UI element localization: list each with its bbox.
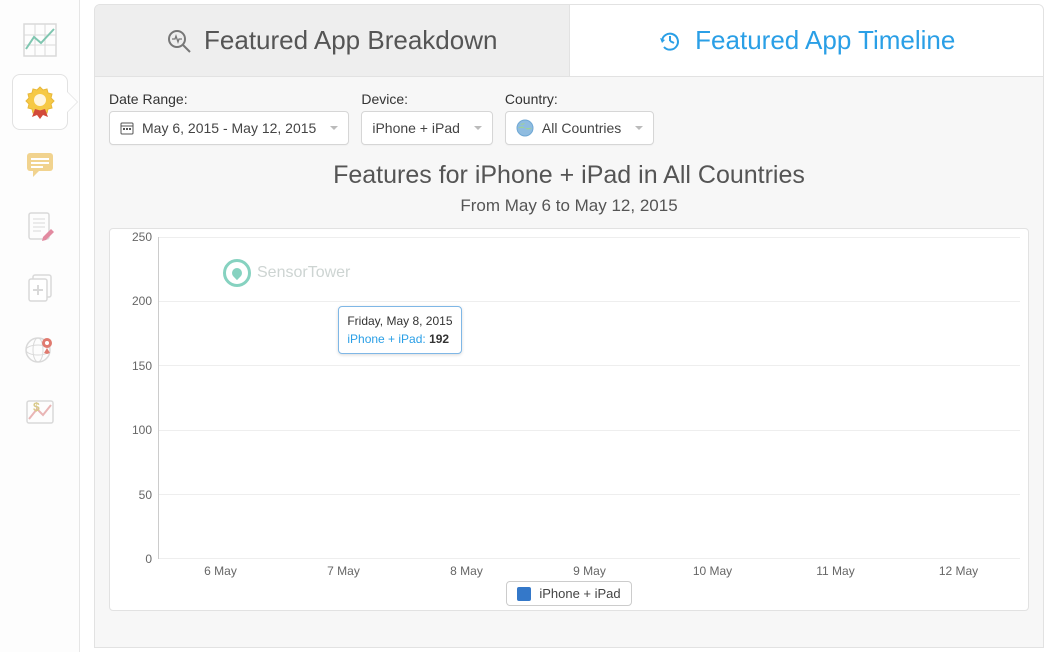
dropdown-date-range-value: May 6, 2015 - May 12, 2015 <box>142 120 316 136</box>
award-ribbon-icon <box>23 85 57 119</box>
filter-device-label: Device: <box>361 91 493 107</box>
filter-date-range: Date Range: May 6, 2015 - May 12, 2015 <box>109 91 349 145</box>
x-tick-label: 10 May <box>693 564 732 578</box>
chart-subtitle: From May 6 to May 12, 2015 <box>109 196 1029 216</box>
calendar-icon <box>120 121 134 135</box>
magnifier-pulse-icon <box>166 28 192 54</box>
legend-swatch-icon <box>517 587 531 601</box>
sidebar-item-notes[interactable] <box>12 198 68 254</box>
sidebar-item-monetization[interactable]: $ <box>12 384 68 440</box>
sidebar-item-awards[interactable] <box>12 74 68 130</box>
gridline <box>159 430 1020 431</box>
document-pencil-icon <box>23 209 57 243</box>
main-panel: Featured App Breakdown Featured App Time… <box>94 4 1044 648</box>
gridline <box>159 558 1020 559</box>
filter-country-label: Country: <box>505 91 654 107</box>
tab-breakdown[interactable]: Featured App Breakdown <box>95 5 570 76</box>
chart-bars: 6 May7 May8 May9 May10 May11 May12 May <box>159 237 1020 558</box>
dropdown-device[interactable]: iPhone + iPad <box>361 111 493 145</box>
dropdown-country[interactable]: All Countries <box>505 111 654 145</box>
gridline <box>159 365 1020 366</box>
chevron-down-icon <box>635 126 643 130</box>
x-tick-label: 7 May <box>327 564 360 578</box>
globe-pin-icon <box>23 333 57 367</box>
gridline <box>159 237 1020 238</box>
filter-date-range-label: Date Range: <box>109 91 349 107</box>
chevron-down-icon <box>474 126 482 130</box>
sidebar-item-reviews[interactable] <box>12 136 68 192</box>
filter-country: Country: All Countries <box>505 91 654 145</box>
filter-device: Device: iPhone + iPad <box>361 91 493 145</box>
legend-label: iPhone + iPad <box>539 586 620 601</box>
history-clock-icon <box>657 28 683 54</box>
chart-grid-icon <box>23 23 57 57</box>
y-tick-label: 100 <box>132 423 152 437</box>
tab-timeline-label: Featured App Timeline <box>695 25 955 56</box>
tab-timeline[interactable]: Featured App Timeline <box>570 5 1044 76</box>
chart-title: Features for iPhone + iPad in All Countr… <box>109 161 1029 190</box>
y-axis: 050100150200250 <box>118 237 158 577</box>
sidebar: $ <box>0 0 80 652</box>
x-tick-label: 8 May <box>450 564 483 578</box>
chart-card: 0 50 100 150 200 250 SensorTower 6 May7 May8 … <box>109 228 1029 611</box>
chart-area: Features for iPhone + iPad in All Countr… <box>95 161 1043 621</box>
chart-plot[interactable]: SensorTower 6 May7 May8 May9 May10 May11… <box>158 237 1020 559</box>
y-tick-label: 150 <box>132 359 152 373</box>
y-tick-label: 250 <box>132 230 152 244</box>
chevron-down-icon <box>330 126 338 130</box>
dropdown-device-value: iPhone + iPad <box>372 120 460 136</box>
svg-text:$: $ <box>33 400 40 414</box>
y-tick-label: 200 <box>132 294 152 308</box>
dropdown-country-value: All Countries <box>542 120 621 136</box>
chart-body: 050100150200250 SensorTower 6 May7 May8 … <box>118 237 1020 577</box>
sidebar-item-analytics[interactable] <box>12 12 68 68</box>
chart-legend: iPhone + iPad <box>118 581 1020 606</box>
x-tick-label: 9 May <box>573 564 606 578</box>
x-tick-label: 6 May <box>204 564 237 578</box>
dropdown-date-range[interactable]: May 6, 2015 - May 12, 2015 <box>109 111 349 145</box>
speech-bubble-icon <box>23 147 57 181</box>
tabs: Featured App Breakdown Featured App Time… <box>95 5 1043 77</box>
dollar-chart-icon: $ <box>23 395 57 429</box>
globe-icon <box>516 119 534 137</box>
gridline <box>159 301 1020 302</box>
documents-plus-icon <box>23 271 57 305</box>
gridline <box>159 494 1020 495</box>
sidebar-item-regions[interactable] <box>12 322 68 378</box>
filters-bar: Date Range: May 6, 2015 - May 12, 2015 D… <box>95 77 1043 149</box>
legend-item-iphone-ipad[interactable]: iPhone + iPad <box>506 581 631 606</box>
y-tick-label: 0 <box>145 552 152 566</box>
sidebar-item-compare[interactable] <box>12 260 68 316</box>
y-tick-label: 50 <box>139 488 152 502</box>
x-tick-label: 11 May <box>816 564 854 578</box>
x-tick-label: 12 May <box>939 564 978 578</box>
tab-breakdown-label: Featured App Breakdown <box>204 25 497 56</box>
